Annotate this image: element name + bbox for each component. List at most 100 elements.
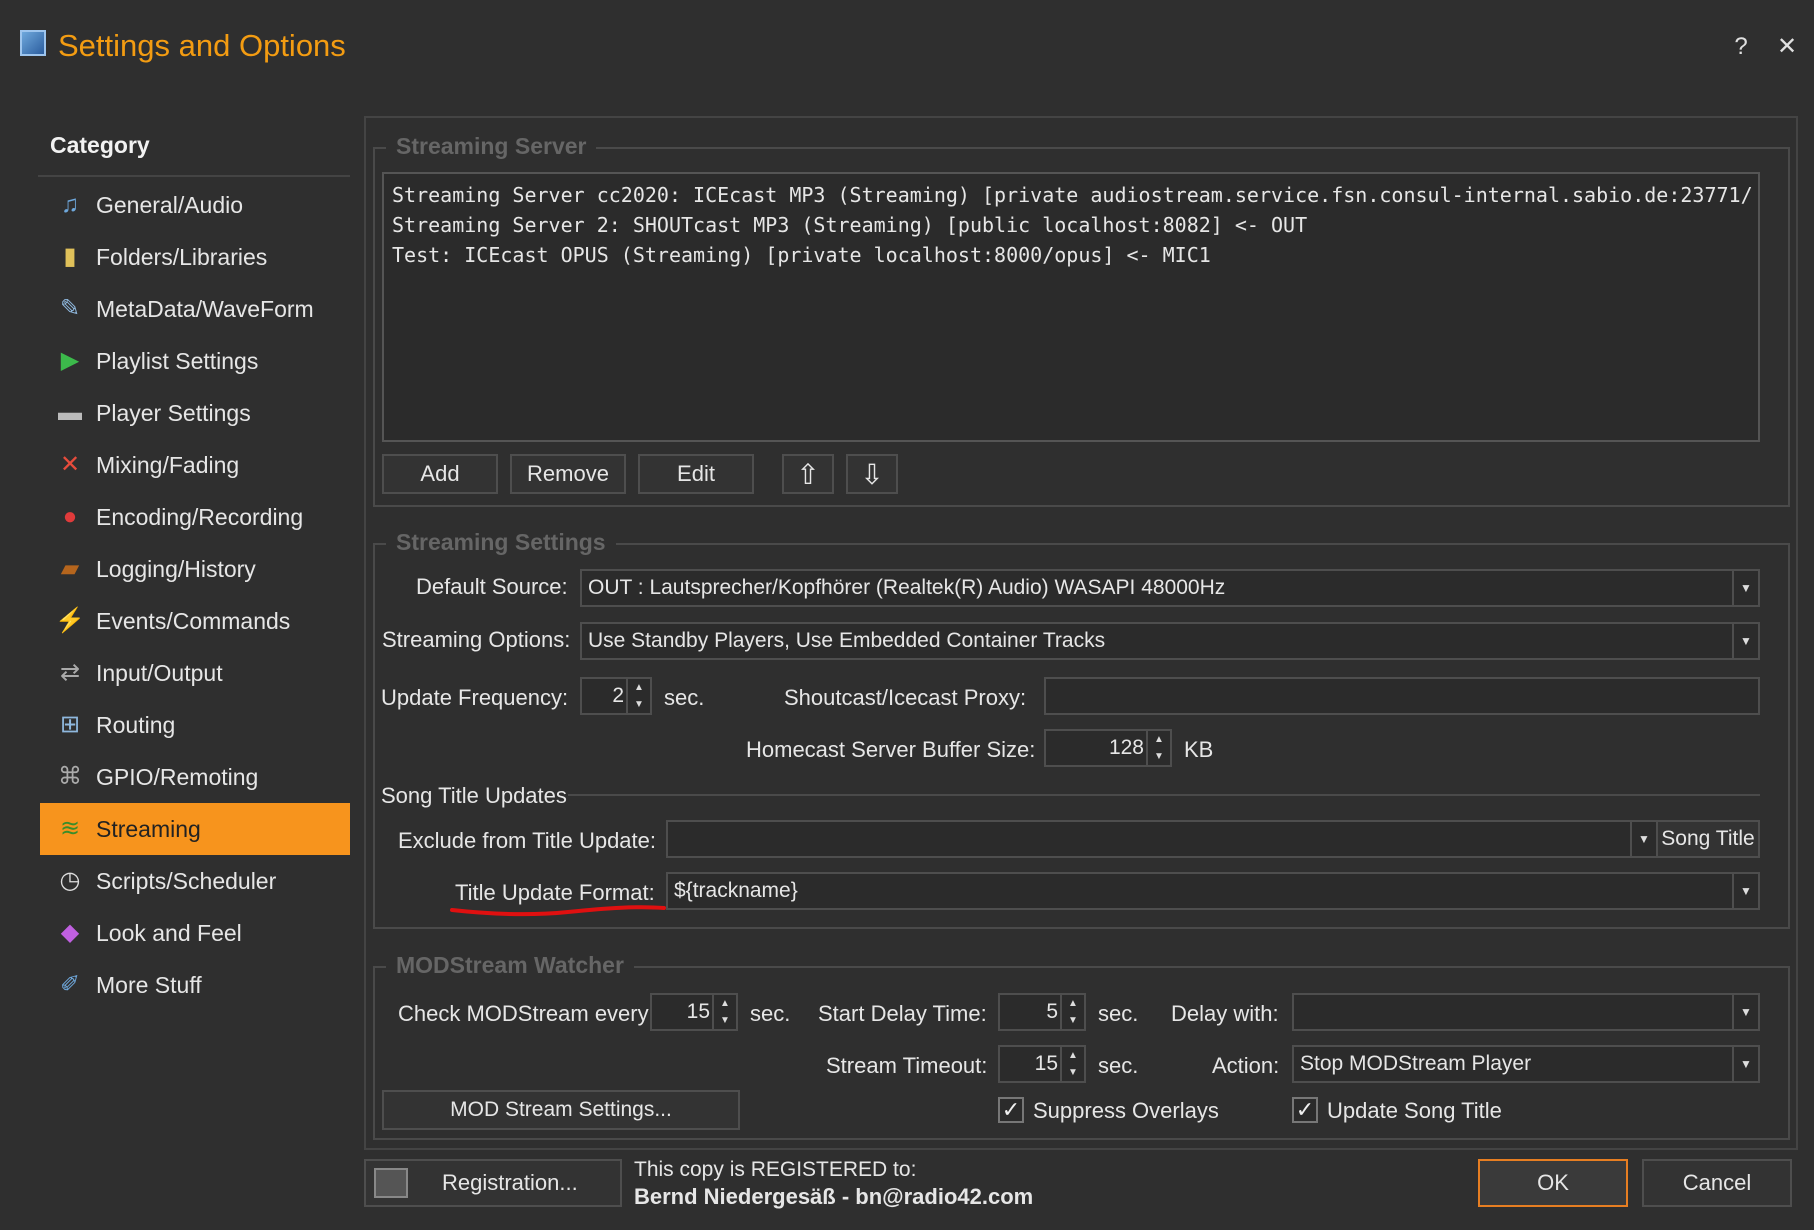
sidebar-item-player-settings[interactable]: ▬ Player Settings [40, 387, 350, 439]
chevron-down-icon[interactable]: ▼ [1630, 822, 1656, 856]
folder-icon: ▮ [63, 243, 77, 270]
sidebar-item-look-and-feel[interactable]: ◆ Look and Feel [40, 907, 350, 959]
update-song-title-label[interactable]: Update Song Title [1327, 1098, 1502, 1124]
song-title-button[interactable]: Song Title [1656, 820, 1760, 858]
sidebar-item-general-audio[interactable]: ♫ General/Audio [40, 179, 350, 231]
default-source-value: OUT : Lautsprecher/Kopfhörer (Realtek(R)… [588, 576, 1226, 599]
update-frequency-value: 2 [612, 684, 624, 707]
spin-down-icon[interactable]: ▼ [714, 1012, 736, 1029]
player-icon: ▬ [58, 399, 82, 426]
streaming-settings-legend: Streaming Settings [386, 529, 616, 556]
spin-down-icon[interactable]: ▼ [1062, 1012, 1084, 1029]
buffer-size-stepper[interactable]: 128 ▲ ▼ [1044, 729, 1172, 767]
sidebar-item-routing[interactable]: ⊞ Routing [40, 699, 350, 751]
list-item[interactable]: Streaming Server cc2020: ICEcast MP3 (St… [392, 180, 1753, 210]
cancel-button[interactable]: Cancel [1642, 1159, 1792, 1207]
check-modstream-label: Check MODStream every: [398, 1001, 655, 1026]
sidebar-item-logging-history[interactable]: ▰ Logging/History [40, 543, 350, 595]
chevron-down-icon[interactable]: ▼ [1732, 624, 1758, 658]
delay-with-select[interactable]: ▼ [1292, 993, 1760, 1031]
suppress-overlays-label[interactable]: Suppress Overlays [1033, 1098, 1219, 1124]
clock-icon: ◷ [59, 867, 81, 894]
red-underline-annotation [450, 905, 666, 917]
action-value: Stop MODStream Player [1300, 1052, 1532, 1075]
sidebar-item-label: Look and Feel [96, 919, 242, 946]
title-update-format-select[interactable]: ${trackname} ▼ [666, 872, 1760, 910]
category-heading: Category [50, 132, 150, 158]
action-label: Action: [1212, 1053, 1280, 1078]
stream-timeout-stepper[interactable]: 15 ▲ ▼ [998, 1045, 1086, 1083]
chevron-down-icon[interactable]: ▼ [1732, 571, 1758, 605]
sidebar-item-input-output[interactable]: ⇄ Input/Output [40, 647, 350, 699]
chevron-down-icon[interactable]: ▼ [1732, 1047, 1758, 1081]
add-server-button[interactable]: Add [382, 454, 498, 494]
sidebar-item-metadata-waveform[interactable]: ✎ MetaData/WaveForm [40, 283, 350, 335]
buffer-size-unit: KB [1184, 737, 1214, 762]
mod-stream-settings-button[interactable]: MOD Stream Settings... [382, 1090, 740, 1130]
sidebar-item-label: Player Settings [96, 399, 251, 426]
close-button[interactable]: ✕ [1770, 30, 1804, 64]
sidebar-item-scripts-scheduler[interactable]: ◷ Scripts/Scheduler [40, 855, 350, 907]
registration-button[interactable]: Registration... [364, 1159, 622, 1207]
edit-server-button[interactable]: Edit [638, 454, 754, 494]
record-icon: ● [62, 503, 78, 530]
sidebar-item-gpio-remoting[interactable]: ⌘ GPIO/Remoting [40, 751, 350, 803]
spin-up-icon[interactable]: ▲ [1062, 995, 1084, 1012]
exclude-select[interactable]: ▼ [666, 820, 1658, 858]
sidebar-item-more-stuff[interactable]: ✐ More Stuff [40, 959, 350, 1011]
start-delay-stepper[interactable]: 5 ▲ ▼ [998, 993, 1086, 1031]
spin-down-icon[interactable]: ▼ [1148, 748, 1170, 765]
spin-up-icon[interactable]: ▲ [628, 679, 650, 696]
sidebar-item-encoding-recording[interactable]: ● Encoding/Recording [40, 491, 350, 543]
spin-up-icon[interactable]: ▲ [1148, 731, 1170, 748]
proxy-input[interactable] [1044, 677, 1760, 715]
chevron-down-icon[interactable]: ▼ [1732, 995, 1758, 1029]
ok-button[interactable]: OK [1478, 1159, 1628, 1207]
sidebar-item-folders-libraries[interactable]: ▮ Folders/Libraries [40, 231, 350, 283]
title-update-format-value[interactable]: ${trackname} [674, 874, 798, 908]
remove-server-button[interactable]: Remove [510, 454, 626, 494]
sidebar-item-label: General/Audio [96, 191, 244, 218]
sidebar-item-mixing-fading[interactable]: ✕ Mixing/Fading [40, 439, 350, 491]
spin-down-icon[interactable]: ▼ [628, 696, 650, 713]
sidebar-item-label: GPIO/Remoting [96, 763, 259, 790]
input-output-icon: ⇄ [59, 659, 81, 686]
song-title-updates-label: Song Title Updates [381, 783, 567, 808]
start-delay-value: 5 [1046, 1000, 1058, 1023]
update-song-title-checkbox[interactable]: ✓ [1292, 1097, 1318, 1123]
sidebar-item-playlist-settings[interactable]: ▶ Playlist Settings [40, 335, 350, 387]
update-frequency-stepper[interactable]: 2 ▲ ▼ [580, 677, 652, 715]
category-list: ♫ General/Audio ▮ Folders/Libraries ✎ MetaDat… [40, 179, 350, 1011]
registration-label: Registration... [442, 1170, 578, 1195]
spin-up-icon[interactable]: ▲ [714, 995, 736, 1012]
update-frequency-unit: sec. [664, 685, 705, 710]
check-modstream-unit: sec. [750, 1001, 791, 1026]
proxy-label: Shoutcast/Icecast Proxy: [784, 685, 1027, 710]
lightning-icon: ⚡ [55, 607, 85, 634]
streaming-server-list[interactable]: Streaming Server cc2020: ICEcast MP3 (St… [382, 172, 1760, 442]
action-select[interactable]: Stop MODStream Player ▼ [1292, 1045, 1760, 1083]
category-divider [38, 175, 350, 177]
sidebar-item-label: Mixing/Fading [96, 451, 240, 478]
move-down-button[interactable]: ⇩ [846, 454, 898, 494]
streaming-options-label: Streaming Options: [382, 627, 571, 652]
playlist-icon: ▶ [60, 347, 80, 374]
arrow-down-icon: ⇩ [860, 458, 884, 490]
exclude-label: Exclude from Title Update: [398, 828, 657, 853]
list-item[interactable]: Test: ICEcast OPUS (Streaming) [private … [392, 240, 1750, 270]
list-item[interactable]: Streaming Server 2: SHOUTcast MP3 (Strea… [392, 210, 1750, 240]
move-up-button[interactable]: ⇧ [782, 454, 834, 494]
suppress-overlays-checkbox[interactable]: ✓ [998, 1097, 1024, 1123]
check-modstream-stepper[interactable]: 15 ▲ ▼ [650, 993, 738, 1031]
default-source-select[interactable]: OUT : Lautsprecher/Kopfhörer (Realtek(R)… [580, 569, 1760, 607]
metadata-icon: ✎ [59, 295, 81, 322]
sidebar-item-streaming[interactable]: ≋ Streaming [40, 803, 350, 855]
spin-up-icon[interactable]: ▲ [1062, 1047, 1084, 1064]
chevron-down-icon[interactable]: ▼ [1732, 874, 1758, 908]
sidebar-item-label: Streaming [96, 815, 201, 842]
streaming-options-select[interactable]: Use Standby Players, Use Embedded Contai… [580, 622, 1760, 660]
streaming-server-legend: Streaming Server [386, 133, 597, 160]
spin-down-icon[interactable]: ▼ [1062, 1064, 1084, 1081]
sidebar-item-events-commands[interactable]: ⚡ Events/Commands [40, 595, 350, 647]
help-button[interactable]: ? [1724, 30, 1758, 64]
